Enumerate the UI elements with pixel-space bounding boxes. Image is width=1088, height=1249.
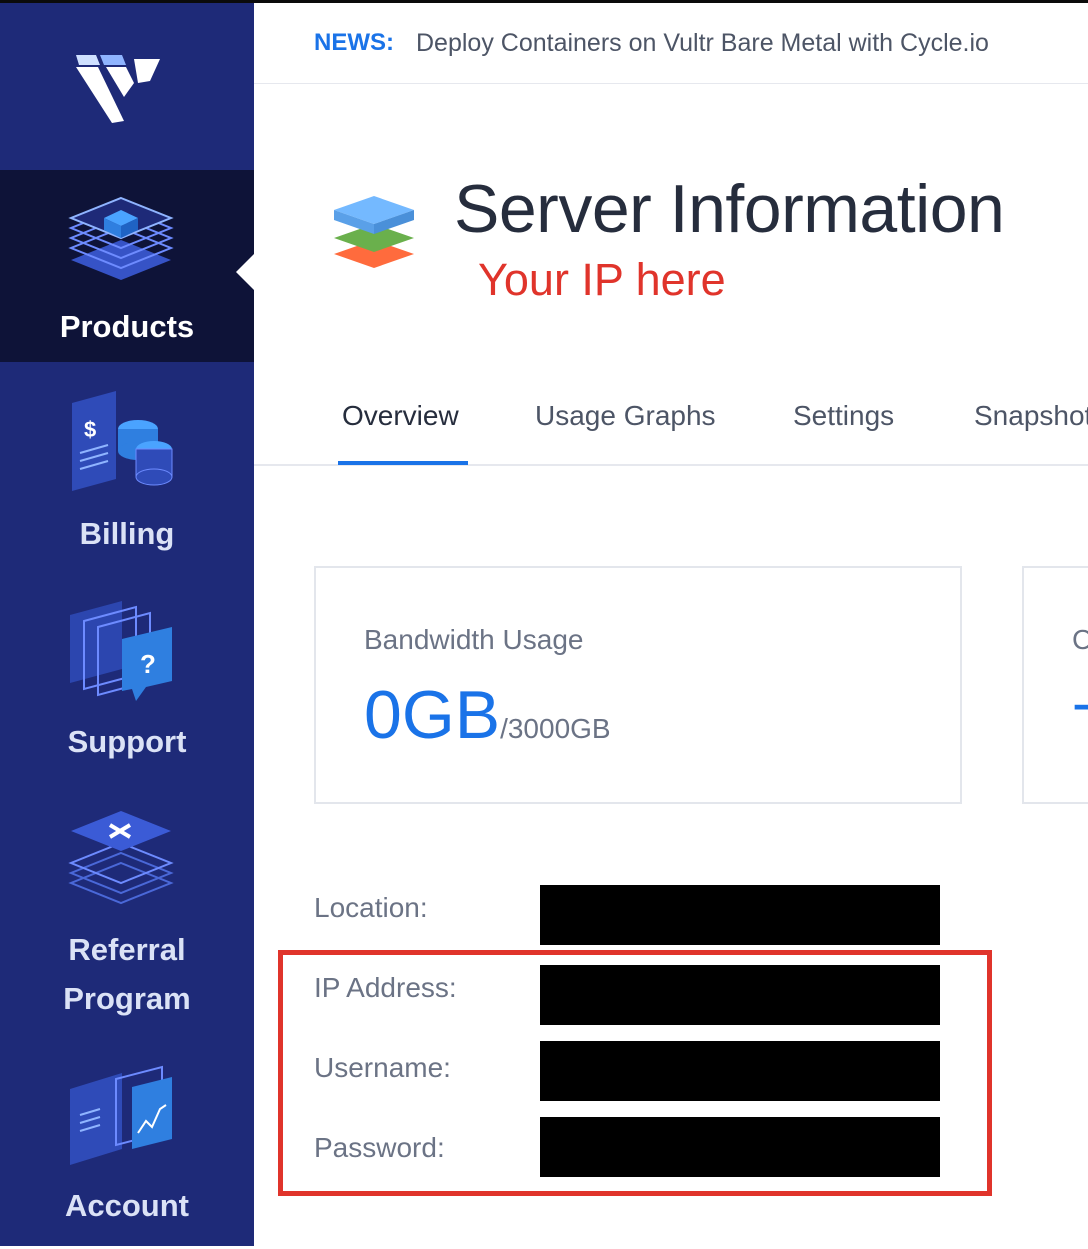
annotation-text: Your IP here (478, 254, 726, 305)
bandwidth-label: Bandwidth Usage (364, 624, 584, 655)
tab-snapshots[interactable]: Snapshots (974, 400, 1088, 432)
tab-overview[interactable]: Overview (342, 400, 459, 432)
location-label: Location: (314, 892, 428, 923)
sidebar-item-products[interactable]: Products (0, 170, 254, 362)
news-tag: NEWS: (314, 29, 394, 56)
active-caret (236, 254, 254, 290)
vultr-logo[interactable] (76, 53, 160, 125)
sidebar-item-account[interactable]: Account (0, 1053, 254, 1249)
sidebar-item-label: Account (65, 1188, 189, 1223)
bandwidth-value: 0GB/3000GB (364, 676, 611, 754)
credentials-highlight-box (278, 950, 992, 1196)
sidebar-item-support[interactable]: ? Support (0, 593, 254, 783)
page-title: Server Information (454, 171, 1005, 247)
news-link[interactable]: Deploy Containers on Vultr Bare Metal wi… (416, 29, 989, 58)
tab-settings[interactable]: Settings (793, 400, 894, 432)
bandwidth-limit: /3000GB (500, 713, 611, 744)
bandwidth-used: 0GB (364, 677, 501, 753)
products-layers-icon (68, 196, 174, 280)
support-icon: ? (70, 601, 172, 701)
second-stat-number: - (1072, 669, 1088, 736)
referral-icon (68, 811, 174, 905)
sidebar-item-label: Billing (79, 516, 175, 551)
server-stack-icon (334, 196, 414, 268)
sidebar-item-billing[interactable]: $ Billing (0, 383, 254, 573)
active-tab-underline (338, 461, 468, 465)
second-stat-card: C - (1022, 566, 1088, 804)
location-value-redacted (540, 885, 940, 945)
sidebar-item-label-line2: Program (63, 981, 191, 1016)
account-icon (70, 1065, 172, 1165)
server-tabs: Overview Usage Graphs Settings Snapshots (254, 370, 1088, 466)
sidebar-item-label: Products (59, 309, 195, 344)
second-stat-value: - (1072, 668, 1088, 737)
sidebar-item-label: Support (67, 724, 187, 759)
sidebar: Products $ Billing ? Support Referral Pr… (0, 0, 254, 1246)
svg-text:$: $ (84, 417, 96, 442)
main-content: NEWS: Deploy Containers on Vultr Bare Me… (254, 0, 1088, 1246)
sidebar-item-label-line1: Referral (68, 932, 186, 967)
svg-text:?: ? (140, 649, 156, 679)
billing-icon: $ (72, 391, 173, 491)
news-bar: NEWS: Deploy Containers on Vultr Bare Me… (254, 0, 1088, 84)
bandwidth-card: Bandwidth Usage 0GB/3000GB (314, 566, 962, 804)
second-stat-label: C (1072, 624, 1088, 655)
tab-usage-graphs[interactable]: Usage Graphs (535, 400, 716, 432)
sidebar-item-referral-program[interactable]: Referral Program (0, 803, 254, 1033)
